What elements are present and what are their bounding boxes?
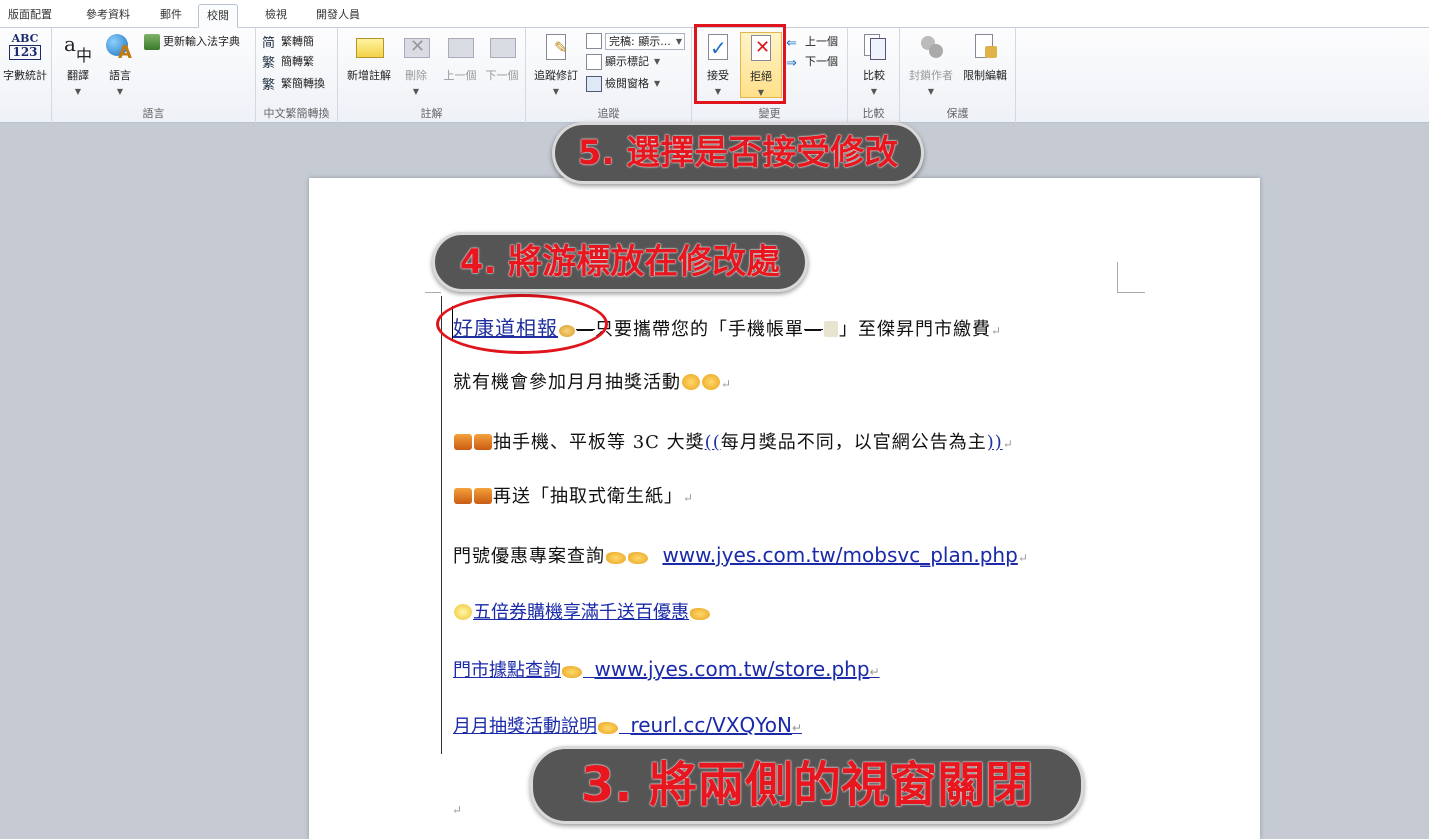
show-markup-button[interactable]: 顯示標記 ▼ — [586, 52, 660, 72]
lock-document-icon — [969, 32, 1001, 64]
review-pane-icon — [586, 76, 602, 92]
group-chinese-conversion: 简 繁轉簡 繁 簡轉繁 繁 繁簡轉換 中文繁簡轉換 — [256, 28, 338, 123]
doc-line-4[interactable]: 再送「抽取式衛生紙」↵ — [453, 482, 694, 508]
doc-line-3[interactable]: 抽手機、平板等 3C 大獎((每月獎品不同，以官網公告為主))↵ — [453, 428, 1014, 454]
restrict-editing-button[interactable]: 限制編輯 — [958, 32, 1012, 83]
gift-emoji-icon — [474, 434, 492, 450]
delete-comment-icon: ✕ — [400, 32, 432, 64]
pointing-hand-icon — [606, 552, 626, 564]
group-language: a 中 翻譯 ▼ A 語言 ▼ 更新輸入法字典 語言 — [52, 28, 256, 123]
pointing-hand-icon — [598, 722, 618, 734]
next-comment-button[interactable]: 下一個 — [480, 32, 524, 83]
gift-emoji-icon — [454, 488, 472, 504]
clap-emoji-icon — [702, 374, 720, 390]
chevron-down-icon: ▼ — [927, 87, 935, 96]
chevron-down-icon: ▼ — [552, 87, 560, 96]
group-tracking: ✎ 追蹤修訂 ▼ 完稿: 顯示... ▼ 顯示標記 ▼ 檢閱窗格 ▼ 追蹤 — [526, 28, 692, 123]
tab-view[interactable]: 檢視 — [257, 4, 295, 28]
chinese-convert-icon: 繁 — [262, 78, 276, 93]
gift-emoji-icon — [454, 434, 472, 450]
group-protect: 封鎖作者 ▼ 限制編輯 保護 — [900, 28, 1016, 123]
compare-documents-icon — [858, 32, 890, 64]
prev-change-icon: ⇐ — [786, 36, 797, 51]
prev-comment-button[interactable]: 上一個 — [438, 32, 482, 83]
new-comment-button[interactable]: 新增註解 — [342, 32, 396, 83]
group-comments: 新增註解 ✕ 刪除 ▼ 上一個 下一個 註解 — [338, 28, 526, 123]
lottery-link[interactable]: reurl.cc/VXQYoN — [630, 713, 792, 737]
track-changes-icon: ✎ — [540, 32, 572, 64]
doc-line-7[interactable]: 門市據點查詢 www.jyes.com.tw/store.php↵ — [453, 656, 880, 682]
chinese-convert-button[interactable]: 繁 繁簡轉換 — [262, 74, 325, 94]
edit-highlight-ellipse — [436, 294, 608, 354]
revision-change-bar — [441, 296, 442, 754]
callout-step-4: 4. 將游標放在修改處 — [432, 232, 808, 292]
language-button[interactable]: A 語言 ▼ — [96, 32, 144, 96]
prev-change-button[interactable]: ⇐ 上一個 — [786, 32, 838, 52]
delete-comment-button[interactable]: ✕ 刪除 ▼ — [394, 32, 438, 96]
tab-review[interactable]: 校閱 — [198, 4, 238, 28]
clap-emoji-icon — [682, 374, 700, 390]
show-markup-icon — [586, 54, 602, 70]
callout-step-3: 3. 將兩側的視窗關閉 — [530, 746, 1084, 824]
globe-language-icon: A — [104, 32, 136, 64]
block-authors-icon — [915, 32, 947, 64]
tab-page-layout[interactable]: 版面配置 — [0, 4, 60, 28]
memo-emoji-icon — [824, 321, 838, 337]
simp-to-trad-icon: 繁 — [262, 56, 276, 71]
crop-mark-left — [425, 292, 441, 293]
next-change-icon: ⇒ — [786, 56, 797, 71]
translate-button[interactable]: a 中 翻譯 ▼ — [54, 32, 102, 96]
prev-comment-icon — [444, 32, 476, 64]
plan-link[interactable]: www.jyes.com.tw/mobsvc_plan.php — [662, 543, 1017, 567]
display-review-icon — [586, 33, 602, 49]
sparkle-emoji-icon — [454, 604, 472, 620]
new-comment-icon — [353, 32, 385, 64]
display-for-review-combo[interactable]: 完稿: 顯示... ▼ — [586, 31, 685, 51]
word-count-button[interactable]: ABC 123 字數統計 — [0, 32, 50, 83]
group-compare: 比較 ▼ 比較 — [848, 28, 900, 123]
next-change-button[interactable]: ⇒ 下一個 — [786, 52, 838, 72]
trad-to-simp-icon: 简 — [262, 36, 276, 51]
tab-developer[interactable]: 開發人員 — [308, 4, 368, 28]
word-count-icon: ABC 123 — [9, 32, 41, 64]
block-authors-button[interactable]: 封鎖作者 ▼ — [904, 32, 958, 96]
trad-to-simp-button[interactable]: 简 繁轉簡 — [262, 32, 314, 52]
pointing-hand-icon — [562, 666, 582, 678]
review-pane-button[interactable]: 檢閱窗格 ▼ — [586, 74, 660, 94]
chevron-down-icon: ▼ — [412, 87, 420, 96]
chevron-down-icon: ▼ — [116, 87, 124, 96]
update-ime-dictionary-button[interactable]: 更新輸入法字典 — [144, 32, 240, 52]
store-link[interactable]: www.jyes.com.tw/store.php — [594, 657, 869, 681]
thumbs-up-icon — [690, 608, 710, 620]
gift-emoji-icon — [474, 488, 492, 504]
chevron-down-icon: ▼ — [870, 87, 878, 96]
doc-line-8[interactable]: 月月抽獎活動說明 reurl.cc/VXQYoN↵ — [453, 712, 802, 738]
dictionary-icon — [144, 34, 160, 50]
doc-line-6[interactable]: 五倍券購機享滿千送百優惠 — [453, 598, 711, 624]
translate-icon: a 中 — [64, 32, 93, 65]
chevron-down-icon: ▼ — [74, 87, 82, 96]
tab-mailings[interactable]: 郵件 — [152, 4, 190, 28]
chevron-down-icon: ▼ — [675, 36, 682, 46]
chevron-down-icon: ▼ — [654, 79, 661, 88]
doc-line-2[interactable]: 就有機會參加月月抽獎活動 ↵ — [453, 368, 732, 394]
callout-step-5: 5. 選擇是否接受修改 — [552, 122, 924, 184]
crop-mark-right-h — [1117, 292, 1145, 293]
simp-to-trad-button[interactable]: 繁 簡轉繁 — [262, 52, 314, 72]
chevron-down-icon: ▼ — [654, 57, 661, 66]
compare-button[interactable]: 比較 ▼ — [850, 32, 898, 96]
track-changes-button[interactable]: ✎ 追蹤修訂 ▼ — [530, 32, 582, 96]
next-comment-icon — [486, 32, 518, 64]
tab-references[interactable]: 參考資料 — [78, 4, 138, 28]
doc-empty-line[interactable]: ↵ — [452, 798, 463, 819]
pointing-hand-icon — [628, 552, 648, 564]
crop-mark-right-v — [1117, 262, 1118, 292]
doc-line-5[interactable]: 門號優惠專案查詢 www.jyes.com.tw/mobsvc_plan.php… — [453, 542, 1029, 568]
group-proofing: ABC 123 字數統計 — [0, 28, 52, 123]
accept-reject-highlight — [694, 24, 786, 104]
